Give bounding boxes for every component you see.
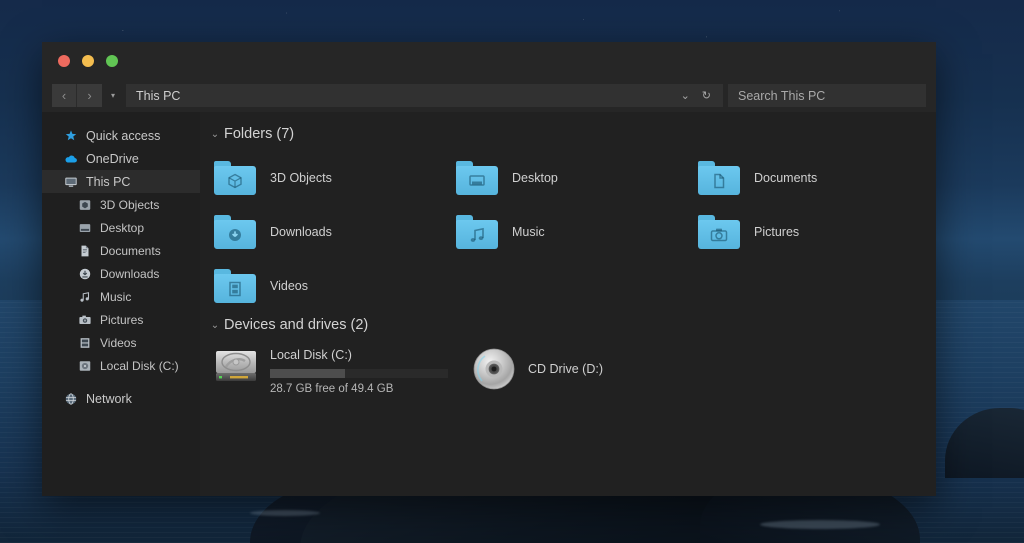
sidebar-item-label: 3D Objects bbox=[100, 198, 159, 212]
search-box[interactable] bbox=[728, 84, 926, 107]
sidebar-item-documents[interactable]: Documents bbox=[42, 239, 200, 262]
desktop-icon bbox=[78, 221, 92, 235]
document-icon bbox=[78, 244, 92, 258]
forward-button[interactable]: › bbox=[77, 84, 102, 107]
folder-tile[interactable]: Pictures bbox=[698, 205, 936, 259]
monitor-icon bbox=[64, 175, 78, 189]
sidebar-item-label: Documents bbox=[100, 244, 161, 258]
sidebar-item-desktop[interactable]: Desktop bbox=[42, 216, 200, 239]
folders-grid: 3D Objects Desktop Documents Downloads Music… bbox=[200, 151, 936, 313]
drive-name: Local Disk (C:) bbox=[270, 348, 448, 362]
folder-downloads-icon bbox=[214, 215, 256, 249]
sidebar-item-onedrive[interactable]: OneDrive bbox=[42, 147, 200, 170]
sidebar-item-label: Network bbox=[86, 392, 132, 406]
drives-group-header[interactable]: ⌄ Devices and drives (2) bbox=[200, 317, 936, 333]
drive-usage-bar-fill bbox=[270, 369, 345, 378]
folder-videos-icon bbox=[214, 269, 256, 303]
cd-drive-icon bbox=[472, 347, 516, 391]
address-bar[interactable]: This PC ⌄ ↻ bbox=[126, 84, 723, 107]
sidebar-item-label: Quick access bbox=[86, 129, 160, 143]
cloud-icon bbox=[64, 152, 78, 166]
sidebar-item-videos[interactable]: Videos bbox=[42, 331, 200, 354]
folder-desktop-icon bbox=[456, 161, 498, 195]
drives-grid: Local Disk (C:) 28.7 GB free of 49.4 GB C… bbox=[200, 342, 936, 395]
sidebar-item-downloads[interactable]: Downloads bbox=[42, 262, 200, 285]
folder-tile-label: Desktop bbox=[512, 171, 558, 185]
folder-music-icon bbox=[456, 215, 498, 249]
folder-documents-icon bbox=[698, 161, 740, 195]
camera-icon bbox=[78, 313, 92, 327]
sidebar-spacer bbox=[42, 377, 200, 387]
chevron-down-icon[interactable]: ⌄ bbox=[208, 129, 222, 140]
folder-3d-objects-icon bbox=[214, 161, 256, 195]
rock-formation-far bbox=[945, 408, 1024, 478]
sidebar-item-3d-objects[interactable]: 3D Objects bbox=[42, 193, 200, 216]
content-pane: ⌄ Folders (7) 3D Objects Desktop Documents… bbox=[200, 112, 936, 496]
maximize-window-button[interactable] bbox=[106, 55, 118, 67]
sidebar-item-local-disk-c[interactable]: Local Disk (C:) bbox=[42, 354, 200, 377]
folder-tile[interactable]: 3D Objects bbox=[214, 151, 456, 205]
drive-usage-bar bbox=[270, 369, 448, 378]
sidebar-item-label: Pictures bbox=[100, 313, 143, 327]
sea-foam bbox=[760, 520, 880, 529]
sidebar-item-label: Videos bbox=[100, 336, 136, 350]
sidebar-item-label: Local Disk (C:) bbox=[100, 359, 179, 373]
folder-pictures-icon bbox=[698, 215, 740, 249]
sidebar-item-music[interactable]: Music bbox=[42, 285, 200, 308]
sidebar-item-network[interactable]: Network bbox=[42, 387, 200, 410]
drive-info: Local Disk (C:) 28.7 GB free of 49.4 GB bbox=[270, 346, 448, 395]
sidebar-item-this-pc[interactable]: This PC bbox=[42, 170, 200, 193]
chevron-down-icon[interactable]: ⌄ bbox=[208, 320, 222, 331]
sidebar-item-label: This PC bbox=[86, 175, 130, 189]
window-body: Quick access OneDrive This PC 3D Objects Des… bbox=[42, 112, 936, 496]
back-button[interactable]: ‹ bbox=[52, 84, 77, 107]
sidebar-item-label: Downloads bbox=[100, 267, 159, 281]
drive-tile[interactable]: Local Disk (C:) 28.7 GB free of 49.4 GB bbox=[214, 342, 472, 395]
refresh-icon[interactable]: ↻ bbox=[696, 89, 717, 102]
hard-disk-icon bbox=[214, 346, 258, 386]
drive-capacity-text: 28.7 GB free of 49.4 GB bbox=[270, 383, 448, 395]
folder-tile[interactable]: Documents bbox=[698, 151, 936, 205]
video-icon bbox=[78, 336, 92, 350]
close-window-button[interactable] bbox=[58, 55, 70, 67]
disk-icon bbox=[78, 359, 92, 373]
sea-foam bbox=[250, 510, 320, 516]
folder-tile-label: Pictures bbox=[754, 225, 799, 239]
folder-tile[interactable]: Downloads bbox=[214, 205, 456, 259]
navigation-sidebar: Quick access OneDrive This PC 3D Objects Des… bbox=[42, 112, 200, 496]
folder-tile-label: Videos bbox=[270, 279, 308, 293]
cube-icon bbox=[78, 198, 92, 212]
folders-group-header[interactable]: ⌄ Folders (7) bbox=[200, 126, 936, 142]
folder-tile-label: 3D Objects bbox=[270, 171, 332, 185]
network-icon bbox=[64, 392, 78, 406]
drive-name: CD Drive (D:) bbox=[528, 362, 603, 376]
folders-group-title: Folders (7) bbox=[224, 126, 294, 142]
folder-tile-label: Downloads bbox=[270, 225, 332, 239]
drives-group-title: Devices and drives (2) bbox=[224, 317, 368, 333]
download-icon bbox=[78, 267, 92, 281]
recent-locations-dropdown-icon[interactable]: ▾ bbox=[102, 84, 124, 107]
star-icon bbox=[64, 129, 78, 143]
minimize-window-button[interactable] bbox=[82, 55, 94, 67]
sidebar-item-label: Music bbox=[100, 290, 131, 304]
folder-tile-label: Music bbox=[512, 225, 545, 239]
chevron-down-icon[interactable]: ⌄ bbox=[675, 89, 696, 102]
sidebar-item-pictures[interactable]: Pictures bbox=[42, 308, 200, 331]
drive-tile[interactable]: CD Drive (D:) bbox=[472, 342, 730, 395]
navigation-bar: ‹ › ▾ This PC ⌄ ↻ bbox=[42, 79, 936, 112]
folder-tile[interactable]: Desktop bbox=[456, 151, 698, 205]
file-explorer-window: ‹ › ▾ This PC ⌄ ↻ Quick access OneDrive Th… bbox=[42, 42, 936, 496]
window-titlebar bbox=[42, 42, 936, 79]
drive-info: CD Drive (D:) bbox=[528, 362, 603, 376]
sidebar-item-label: OneDrive bbox=[86, 152, 139, 166]
sidebar-item-label: Desktop bbox=[100, 221, 144, 235]
search-input[interactable] bbox=[738, 89, 926, 103]
folder-tile[interactable]: Videos bbox=[214, 259, 456, 313]
desktop-wallpaper: ‹ › ▾ This PC ⌄ ↻ Quick access OneDrive Th… bbox=[0, 0, 1024, 543]
folder-tile-label: Documents bbox=[754, 171, 817, 185]
folder-tile[interactable]: Music bbox=[456, 205, 698, 259]
music-icon bbox=[78, 290, 92, 304]
address-bar-path: This PC bbox=[136, 89, 675, 103]
sidebar-item-quick-access[interactable]: Quick access bbox=[42, 124, 200, 147]
